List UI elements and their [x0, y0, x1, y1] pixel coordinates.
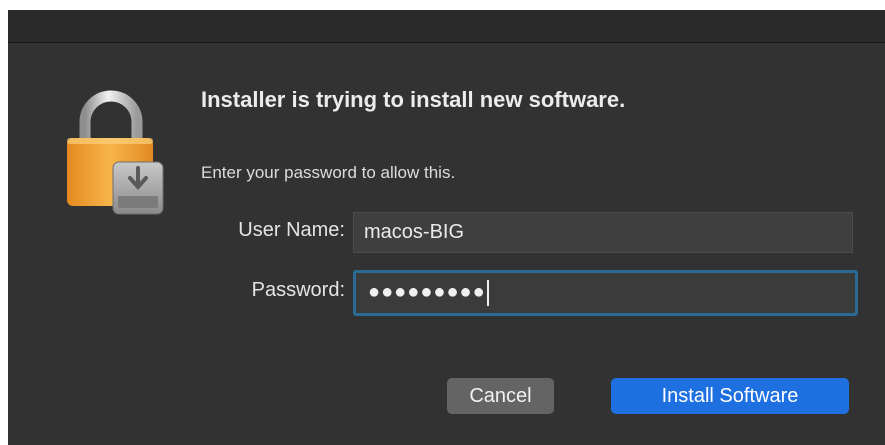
install-software-button[interactable]: Install Software — [611, 378, 849, 414]
password-field[interactable]: ●●●●●●●●● — [353, 270, 858, 316]
dialog-message: Enter your password to allow this. — [201, 163, 456, 182]
dialog-title: Installer is trying to install new softw… — [201, 87, 626, 112]
username-label: User Name: — [238, 219, 345, 241]
authentication-dialog: Installer is trying to install new softw… — [8, 10, 885, 445]
password-label: Password: — [251, 279, 345, 301]
dialog-titlebar — [8, 10, 885, 43]
password-mask: ●●●●●●●●● — [368, 281, 486, 303]
username-field[interactable]: macos-BIG — [353, 212, 853, 253]
cancel-button[interactable]: Cancel — [447, 378, 554, 414]
text-cursor — [486, 279, 489, 306]
screen: Installer is trying to install new softw… — [0, 0, 885, 445]
lock-installer-icon — [63, 88, 173, 218]
